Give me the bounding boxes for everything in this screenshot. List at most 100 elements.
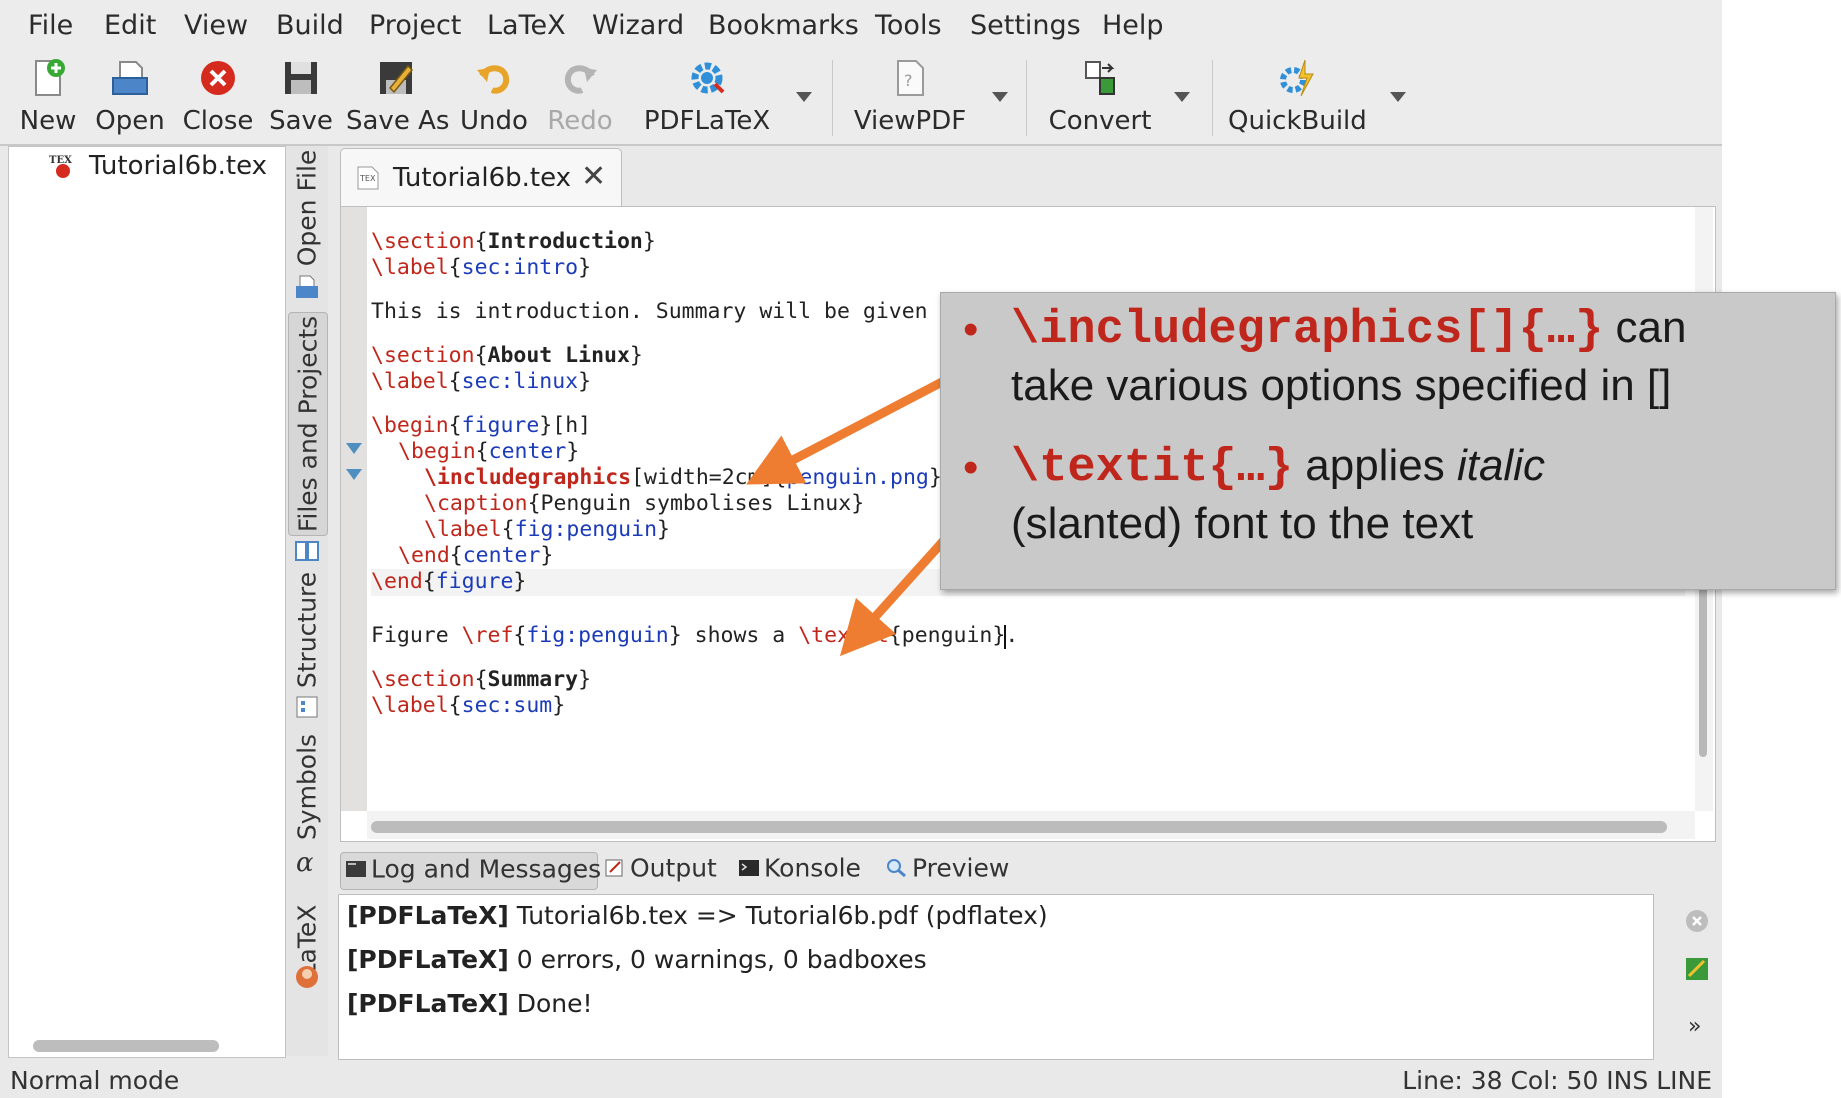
tab-output[interactable]: Output — [600, 852, 730, 888]
pdflatex-dropdown-icon[interactable] — [796, 92, 812, 102]
tab-structure-label: Structure — [292, 571, 322, 689]
tab-symbols-label: Symbols — [292, 733, 322, 841]
file-tree-panel: TEX Tutorial6b.tex — [8, 146, 286, 1058]
open-label: Open — [95, 106, 165, 136]
menu-tools[interactable]: Tools — [875, 10, 942, 41]
annotation-callout: • \includegraphics[]{…} can take various… — [940, 292, 1836, 590]
svg-text:TEX: TEX — [359, 174, 376, 183]
menu-build[interactable]: Build — [276, 10, 344, 41]
menu-view[interactable]: View — [184, 10, 248, 41]
tab-structure[interactable]: Structure — [288, 571, 326, 689]
convert-icon — [1085, 61, 1115, 95]
code-line: \section{Summary} — [371, 667, 592, 692]
tab-open-file-label: Open File — [292, 149, 322, 267]
log-panel: [PDFLaTeX] Tutorial6b.tex => Tutorial6b.… — [338, 894, 1654, 1060]
svg-text:TEX: TEX — [49, 155, 72, 166]
save-button[interactable]: Save — [266, 52, 336, 140]
quickbuild-icon — [1280, 59, 1314, 97]
log-side-buttons: » — [1660, 894, 1720, 1058]
tab-files-and-projects[interactable]: Files and Projects — [288, 312, 328, 536]
files-projects-tab-icon — [295, 541, 319, 561]
callout-code: \textit{…} — [1011, 442, 1294, 495]
user-avatar-icon — [296, 966, 318, 988]
collapse-icon[interactable]: » — [1688, 1014, 1701, 1039]
next-error-icon[interactable] — [1684, 956, 1710, 982]
code-line-current: Figure \ref{fig:penguin} shows a \textit… — [371, 623, 1019, 649]
redo-button[interactable]: Redo — [542, 52, 618, 140]
quickbuild-label: QuickBuild — [1228, 106, 1367, 136]
code-line: \caption{Penguin symbolises Linux} — [424, 491, 865, 516]
callout-line: (slanted) font to the text — [1011, 499, 1474, 548]
code-line: \label{sec:sum} — [371, 693, 566, 718]
tab-log-and-messages[interactable]: Log and Messages — [340, 852, 601, 890]
close-tab-icon[interactable]: ✕ — [581, 159, 606, 194]
menu-file[interactable]: File — [28, 10, 73, 41]
clear-log-icon[interactable] — [1684, 908, 1710, 934]
scrollbar-thumb[interactable] — [371, 821, 1667, 833]
open-button[interactable]: Open — [92, 52, 168, 140]
quickbuild-dropdown-icon[interactable] — [1390, 92, 1406, 102]
log-line: [PDFLaTeX] Tutorial6b.tex => Tutorial6b.… — [347, 901, 1048, 930]
viewpdf-label: ViewPDF — [853, 106, 967, 136]
code-line: \end{figure} — [371, 569, 527, 594]
fold-marker-icon[interactable] — [346, 469, 362, 480]
fold-marker-icon[interactable] — [346, 443, 362, 454]
menu-settings[interactable]: Settings — [970, 10, 1081, 41]
pdflatex-button[interactable]: PDFLaTeX — [640, 52, 774, 140]
cursor-position: Line: 38 Col: 50 INS LINE — [1402, 1066, 1712, 1095]
structure-tab-icon — [296, 696, 318, 718]
save-as-icon — [380, 62, 414, 94]
convert-button[interactable]: Convert — [1044, 52, 1156, 140]
new-file-icon — [35, 59, 65, 96]
tab-files-and-projects-label: Files and Projects — [293, 315, 323, 533]
quickbuild-button[interactable]: QuickBuild — [1228, 52, 1367, 140]
new-button[interactable]: New — [14, 52, 82, 140]
file-tree-scrollbar[interactable] — [33, 1040, 219, 1052]
code-line: \label{sec:intro} — [371, 255, 592, 280]
menu-help[interactable]: Help — [1102, 10, 1164, 41]
redo-label: Redo — [547, 106, 613, 136]
save-disk-icon — [285, 62, 317, 94]
bullet: • — [963, 305, 979, 354]
callout-line: take various options specified in [] — [1011, 361, 1672, 410]
menu-bookmarks[interactable]: Bookmarks — [708, 10, 859, 41]
toolbar-separator — [832, 60, 833, 136]
code-line: This is introduction. Summary will be gi… — [371, 299, 928, 324]
callout-line: \textit{…} applies italic — [1011, 441, 1545, 495]
save-label: Save — [269, 106, 333, 136]
tab-preview[interactable]: Preview — [882, 852, 1016, 888]
file-tree-item[interactable]: Tutorial6b.tex — [89, 151, 267, 181]
code-line: \section{About Linux} — [371, 343, 643, 368]
toolbar-separator — [1026, 60, 1027, 136]
code-line: \label{fig:penguin} — [424, 517, 670, 542]
menu-wizard[interactable]: Wizard — [592, 10, 684, 41]
code-line: \end{center} — [398, 543, 554, 568]
tex-file-icon: TEX — [49, 155, 72, 178]
tab-open-file[interactable]: Open File — [288, 146, 326, 270]
output-icon — [605, 859, 623, 877]
tab-tutorial6b[interactable]: TEX Tutorial6b.tex ✕ — [340, 148, 622, 207]
menu-bar: File Edit View Build Project LaTeX Wizar… — [0, 0, 1722, 52]
save-as-button[interactable]: Save As — [346, 52, 449, 140]
log-terminal-icon — [346, 861, 366, 877]
editor-horizontal-scrollbar[interactable] — [367, 811, 1695, 839]
close-button[interactable]: Close — [180, 52, 256, 140]
viewpdf-button[interactable]: ? ViewPDF — [850, 52, 970, 140]
tab-konsole[interactable]: Konsole — [734, 852, 874, 888]
menu-latex[interactable]: LaTeX — [487, 10, 566, 41]
view-pdf-icon: ? — [897, 60, 924, 96]
toolbar: New Open Close Save Save As Undo Redo PD… — [0, 52, 1722, 146]
menu-edit[interactable]: Edit — [104, 10, 156, 41]
tex-document-icon: TEX — [357, 166, 379, 190]
undo-button[interactable]: Undo — [456, 52, 532, 140]
toolbar-separator — [1212, 60, 1213, 136]
menu-project[interactable]: Project — [369, 10, 461, 41]
status-bar: Normal mode Line: 38 Col: 50 INS LINE — [0, 1062, 1722, 1098]
tab-symbols[interactable]: Symbols — [288, 728, 326, 846]
convert-dropdown-icon[interactable] — [1174, 92, 1190, 102]
viewpdf-dropdown-icon[interactable] — [992, 92, 1008, 102]
callout-code: \includegraphics[]{…} — [1011, 304, 1604, 357]
svg-text:?: ? — [904, 71, 913, 90]
undo-label: Undo — [460, 106, 528, 136]
close-circle-icon — [201, 61, 235, 95]
